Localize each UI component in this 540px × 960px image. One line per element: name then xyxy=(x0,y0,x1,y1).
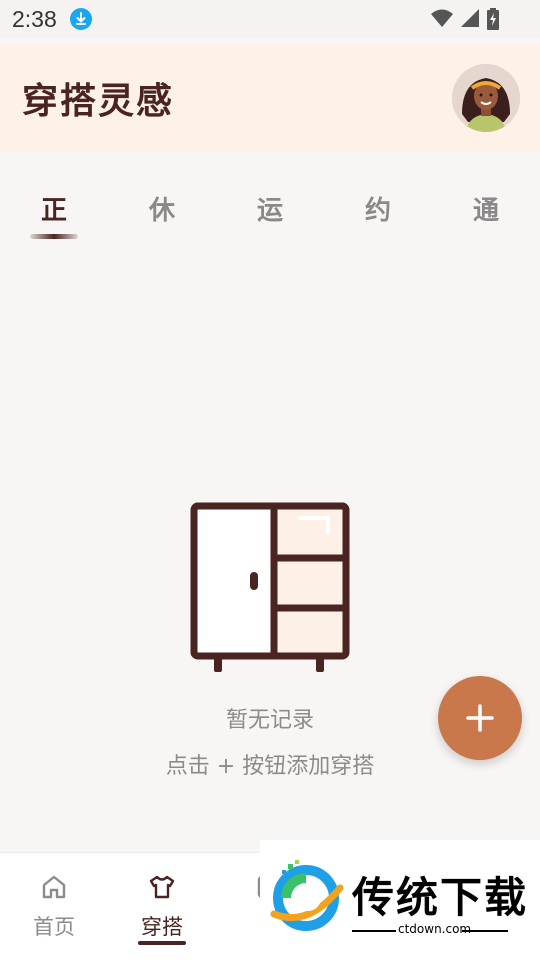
watermark-rule-right xyxy=(462,930,508,932)
status-time: 2:38 xyxy=(12,6,57,32)
home-icon xyxy=(40,873,68,905)
avatar[interactable] xyxy=(452,64,520,132)
nav-label-home: 首页 xyxy=(33,915,75,939)
watermark-rule-left xyxy=(352,930,396,932)
nav-active-indicator xyxy=(138,941,186,945)
status-bar: 2:38 xyxy=(0,0,540,38)
nav-label-outfits: 穿搭 xyxy=(141,915,183,939)
watermark-url: ctdown.com xyxy=(398,922,472,936)
category-tabs: 正 休 运 约 通 xyxy=(0,190,540,250)
app-header: 穿搭灵感 xyxy=(0,44,540,152)
signal-icon xyxy=(460,8,480,30)
page-title: 穿搭灵感 xyxy=(22,81,175,122)
download-icon xyxy=(70,8,92,30)
plus-icon xyxy=(466,704,494,732)
watermark-text: 传统下载 xyxy=(352,873,529,922)
tab-0[interactable]: 正 xyxy=(14,190,94,227)
wardrobe-icon xyxy=(190,502,350,674)
add-outfit-button[interactable] xyxy=(438,676,522,760)
tab-1[interactable]: 休 xyxy=(122,190,202,227)
nav-item-outfits[interactable]: 穿搭 xyxy=(108,853,216,960)
nav-item-home[interactable]: 首页 xyxy=(0,853,108,960)
shirt-icon xyxy=(148,873,176,905)
wifi-icon xyxy=(430,8,454,30)
tab-4[interactable]: 通 xyxy=(446,190,526,227)
watermark: 传统下载 ctdown.com xyxy=(260,840,540,960)
watermark-logo-icon xyxy=(268,858,348,942)
tab-3[interactable]: 约 xyxy=(338,190,418,227)
tab-indicator xyxy=(30,234,78,239)
tab-2[interactable]: 运 xyxy=(230,190,310,227)
battery-charging-icon xyxy=(486,8,500,30)
